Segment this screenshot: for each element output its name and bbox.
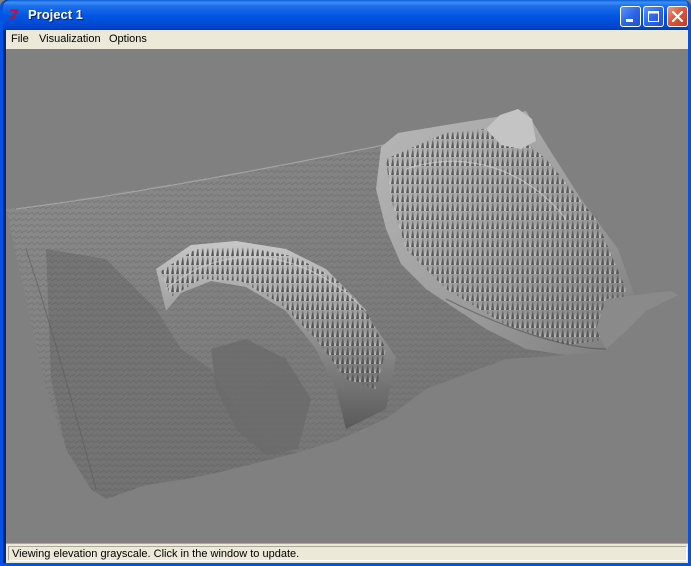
status-panel: Viewing elevation grayscale. Click in th… bbox=[8, 546, 687, 561]
menu-visualization[interactable]: Visualization bbox=[39, 32, 101, 47]
maximize-icon bbox=[648, 11, 659, 22]
tcl-tk-logo-icon[interactable]: 7/ bbox=[9, 8, 25, 23]
status-bar: Viewing elevation grayscale. Click in th… bbox=[6, 543, 688, 563]
title-bar[interactable]: 7/ Project 1 bbox=[3, 0, 688, 30]
status-text: Viewing elevation grayscale. Click in th… bbox=[12, 548, 300, 560]
terrain-render bbox=[6, 109, 678, 499]
minimize-icon bbox=[626, 19, 633, 22]
terrain-viewport[interactable] bbox=[6, 49, 688, 543]
app-window: 7/ Project 1 File Visualization Options bbox=[0, 0, 691, 566]
terrain-right-spur bbox=[596, 291, 678, 349]
menu-bar: File Visualization Options bbox=[6, 30, 688, 49]
close-button[interactable] bbox=[667, 6, 688, 27]
menu-file[interactable]: File bbox=[11, 32, 29, 47]
minimize-button[interactable] bbox=[620, 6, 641, 27]
menu-options[interactable]: Options bbox=[109, 32, 147, 47]
window-title: Project 1 bbox=[28, 7, 83, 22]
close-icon bbox=[671, 10, 684, 23]
maximize-button[interactable] bbox=[643, 6, 664, 27]
